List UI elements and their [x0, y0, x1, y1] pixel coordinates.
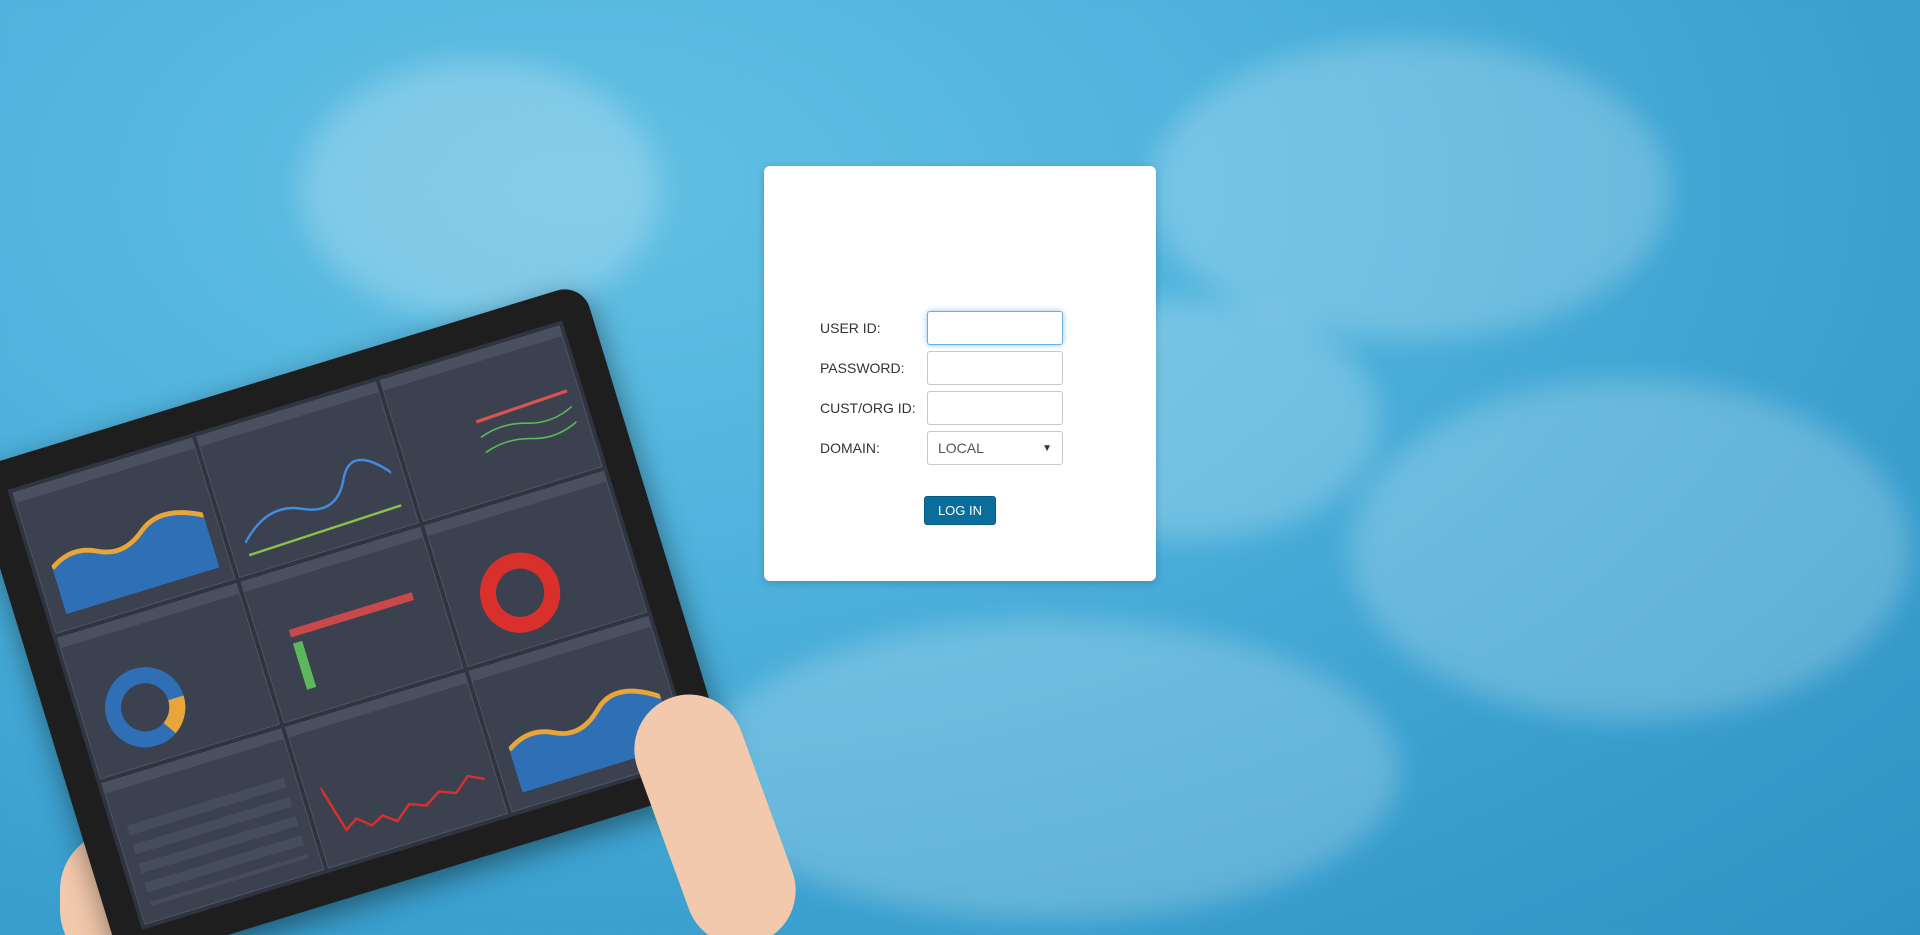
cust-org-input[interactable]: [927, 391, 1063, 425]
domain-label: DOMAIN:: [820, 440, 880, 456]
login-card: USER ID: PASSWORD: CUST/ORG ID: DOMAIN: …: [764, 166, 1156, 581]
login-form: USER ID: PASSWORD: CUST/ORG ID: DOMAIN: …: [820, 310, 1110, 470]
chevron-down-icon: ▼: [1042, 442, 1052, 454]
user-id-input[interactable]: [927, 311, 1063, 345]
domain-select[interactable]: LOCAL ▼: [927, 431, 1063, 465]
tablet-dashboard: [7, 320, 697, 930]
cloud: [700, 620, 1400, 920]
domain-selected-value: LOCAL: [938, 440, 984, 456]
user-id-row: USER ID:: [820, 310, 1110, 346]
cloud: [1350, 380, 1910, 720]
tablet-image: [0, 282, 735, 935]
cloud: [1150, 40, 1670, 340]
cust-org-row: CUST/ORG ID:: [820, 390, 1110, 426]
password-input[interactable]: [927, 351, 1063, 385]
cloud: [300, 60, 660, 320]
domain-row: DOMAIN: LOCAL ▼: [820, 430, 1110, 466]
password-label: PASSWORD:: [820, 360, 905, 376]
password-row: PASSWORD:: [820, 350, 1110, 386]
login-button[interactable]: LOG IN: [924, 496, 996, 525]
cust-org-label: CUST/ORG ID:: [820, 400, 916, 416]
user-id-label: USER ID:: [820, 320, 881, 336]
